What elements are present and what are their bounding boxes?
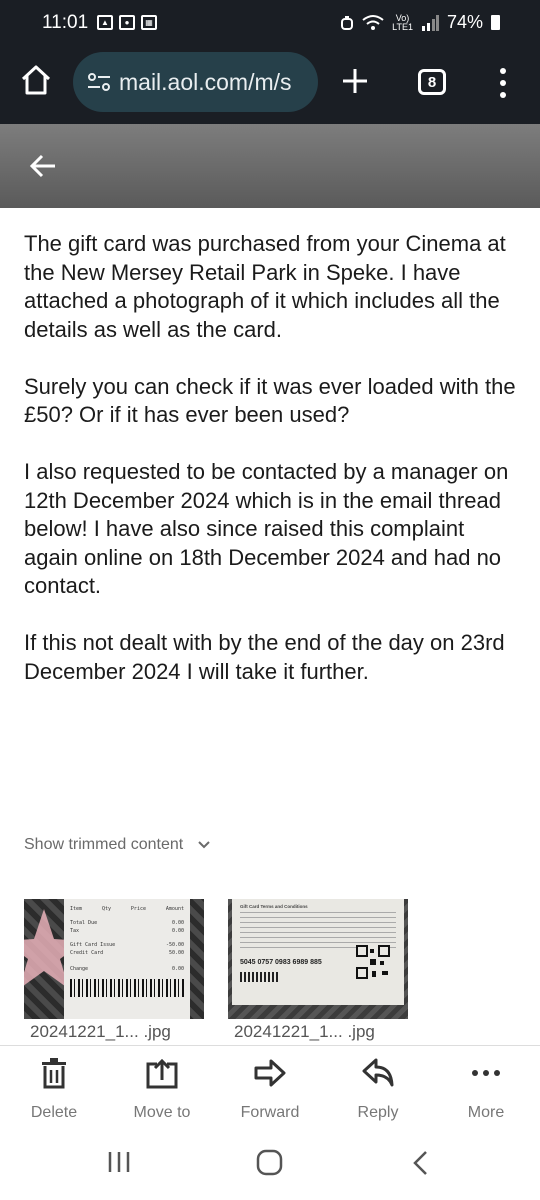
receipt-line: Change — [70, 966, 89, 972]
card-back: Gift Card Terms and Conditions 5045 0757… — [232, 899, 404, 1005]
receipt-line: 50.00 — [168, 950, 184, 956]
receipt-line: Credit Card — [70, 950, 104, 956]
email-paragraph: I also requested to be contacted by a ma… — [24, 459, 509, 598]
reply-label: Reply — [357, 1104, 399, 1121]
signal-icon — [421, 14, 439, 31]
move-to-button[interactable]: Move to — [108, 1056, 216, 1122]
show-trimmed-label: Show trimmed content — [24, 836, 184, 853]
browser-toolbar: mail.aol.com/m/s 8 — [0, 46, 540, 124]
more-button[interactable]: More — [432, 1056, 540, 1122]
receipt-line: Total Due — [70, 920, 98, 926]
receipt-line: Gift Card Issue — [70, 942, 116, 948]
circle-notification-icon: ● — [119, 15, 135, 30]
delete-button[interactable]: Delete — [0, 1056, 108, 1122]
alarm-icon — [341, 15, 354, 30]
receipt-paper: Item Qty Price Amount Total Due 0.00 Tax 0.00… — [64, 899, 190, 1019]
image-icon: ▲ — [97, 15, 113, 30]
forward-label: Forward — [240, 1104, 300, 1121]
recent-apps-icon[interactable] — [107, 1150, 133, 1174]
reply-icon — [362, 1058, 394, 1087]
more-icon — [472, 1070, 500, 1076]
battery-icon — [491, 15, 500, 30]
volte-indicator: Vo) LTE1 — [392, 12, 413, 32]
attachment-filename: 20241221_1... .jpg — [30, 1022, 171, 1041]
attachment-filename: 20241221_1... .jpg — [234, 1022, 375, 1041]
more-label: More — [467, 1104, 505, 1121]
card-heading: Gift Card Terms and Conditions — [240, 904, 308, 909]
system-navigation-bar — [0, 1140, 540, 1200]
forward-icon — [254, 1059, 286, 1087]
mail-header — [0, 124, 540, 208]
move-to-icon — [146, 1058, 178, 1089]
attachment-receipt[interactable]: Item Qty Price Amount Total Due 0.00 Tax 0.00… — [24, 899, 204, 1019]
email-paragraph: Surely you can check if it was ever load… — [24, 373, 516, 428]
wifi-icon — [362, 14, 384, 30]
address-bar[interactable]: mail.aol.com/m/s — [73, 52, 318, 112]
attachment-thumbnail: Gift Card Terms and Conditions 5045 0757… — [228, 899, 408, 1019]
chevron-down-icon — [198, 841, 210, 849]
tab-switcher-button[interactable]: 8 — [418, 69, 446, 95]
delete-label: Delete — [30, 1104, 78, 1121]
home-icon[interactable] — [20, 64, 52, 96]
status-time: 11:01 — [42, 12, 89, 33]
move-to-label: Move to — [133, 1104, 191, 1121]
receipt-line: Tax — [70, 928, 80, 934]
attachment-card[interactable]: Gift Card Terms and Conditions 5045 0757… — [228, 899, 408, 1019]
qr-code-icon — [356, 945, 390, 979]
receipt-line: 0.00 — [171, 966, 184, 972]
receipt-line: Price — [130, 906, 146, 912]
email-paragraph: The gift card was purchased from your Ci… — [24, 231, 506, 342]
reply-button[interactable]: Reply — [324, 1056, 432, 1122]
email-action-bar: Delete Move to Forward Reply More — [0, 1045, 540, 1140]
home-button-icon[interactable] — [256, 1149, 284, 1177]
attachment-thumbnail: Item Qty Price Amount Total Due 0.00 Tax 0.00… — [24, 899, 204, 1019]
notification-icons: ▲ ● ▦ — [97, 15, 157, 30]
receipt-line: 0.00 — [171, 928, 184, 934]
receipt-line: Item — [70, 906, 83, 912]
url-text: mail.aol.com/m/s — [119, 68, 292, 95]
receipt-line: Qty — [101, 906, 111, 912]
show-trimmed-content-link[interactable]: Show trimmed content — [24, 836, 211, 854]
card-barcode — [240, 972, 280, 982]
battery-percent: 74% — [446, 12, 483, 32]
forward-button[interactable]: Forward — [216, 1056, 324, 1122]
barcode — [70, 979, 184, 997]
site-settings-icon[interactable] — [87, 72, 111, 92]
new-tab-icon[interactable] — [338, 64, 372, 98]
overflow-menu-icon[interactable] — [495, 66, 511, 100]
qr-notification-icon: ▦ — [141, 15, 157, 30]
receipt-line: Amount — [165, 906, 184, 912]
back-button-icon[interactable] — [410, 1149, 430, 1177]
back-arrow-icon[interactable] — [28, 152, 58, 180]
receipt-line: -50.00 — [165, 942, 184, 948]
system-status-icons: Vo) LTE1 74% — [340, 12, 500, 33]
email-body: The gift card was purchased from your Ci… — [24, 230, 516, 715]
email-paragraph: If this not dealt with by the end of the… — [24, 630, 505, 684]
status-bar: 11:01 ▲ ● ▦ Vo) LTE1 74% — [0, 0, 540, 46]
trash-icon — [42, 1058, 66, 1089]
receipt-line: 0.00 — [171, 920, 184, 926]
